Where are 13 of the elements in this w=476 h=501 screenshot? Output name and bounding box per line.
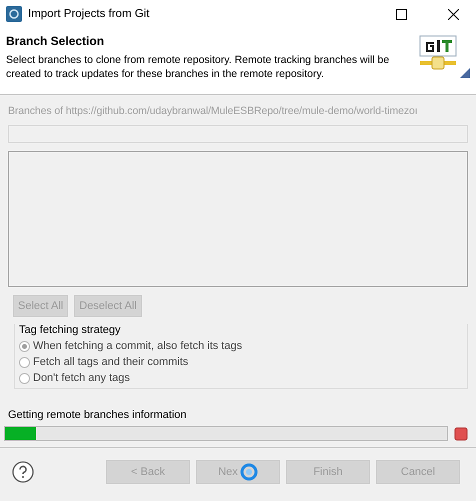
busy-cursor-icon	[240, 463, 258, 481]
window-title: Import Projects from Git	[28, 8, 150, 20]
branches-label: Branches of https://github.com/udaybranwal/MuleESBRepo/tree/mule-demo/world-timezoı	[8, 105, 419, 119]
help-icon[interactable]	[12, 461, 34, 483]
group-title: Tag fetching strategy	[19, 324, 122, 336]
app-icon	[6, 6, 22, 22]
stop-icon[interactable]	[454, 426, 468, 440]
progress-label: Getting remote branches information	[8, 409, 188, 421]
close-icon	[448, 8, 458, 20]
git-logo-icon	[418, 34, 470, 80]
maximize-icon	[396, 8, 406, 20]
page-description: Select branches to clone from remote repository. Remote tracking branches will be created to track updates for these branches in the remote repository.	[6, 53, 390, 81]
page-title: Branch Selection	[6, 34, 106, 48]
